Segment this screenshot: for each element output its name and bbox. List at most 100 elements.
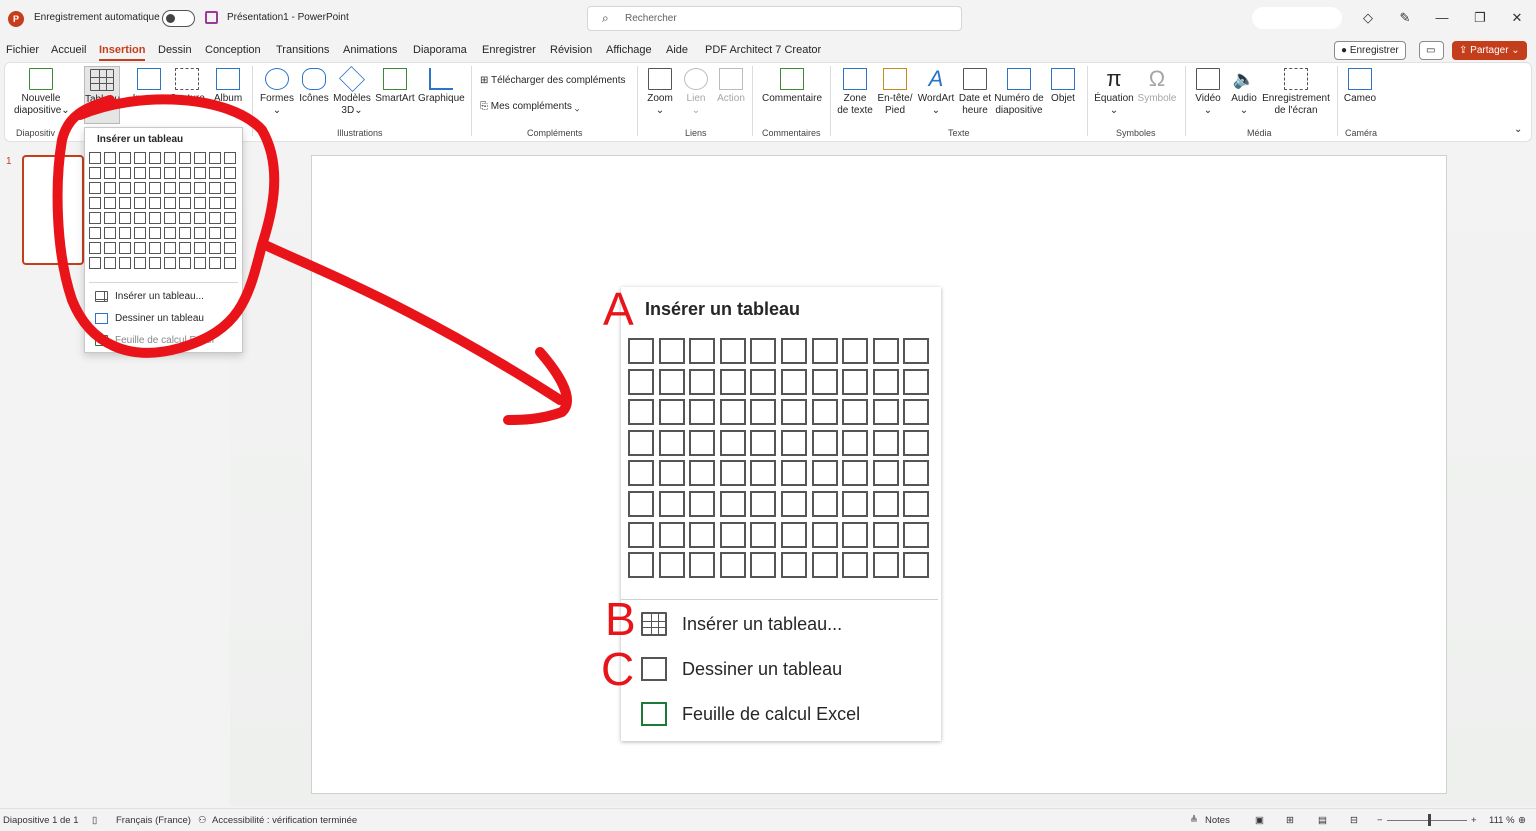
table-grid-cell[interactable] (119, 167, 131, 179)
table-grid-cell[interactable] (164, 167, 176, 179)
table-grid-cell[interactable] (89, 242, 101, 254)
table-grid-cell[interactable] (104, 182, 116, 194)
excel-sheet-item[interactable]: Feuille de calcul Excel (115, 335, 214, 346)
table-grid-cell[interactable] (104, 242, 116, 254)
link-button[interactable]: Lien ⌄ (681, 68, 711, 117)
table-grid-cell[interactable] (149, 152, 161, 164)
table-grid-cell[interactable] (164, 212, 176, 224)
tab-enregistrer[interactable]: Enregistrer (482, 44, 536, 56)
account-avatar[interactable] (1252, 7, 1342, 29)
table-grid-cell[interactable] (104, 167, 116, 179)
capture-button[interactable]: Capture (169, 68, 205, 105)
table-grid-cell[interactable] (194, 242, 206, 254)
table-grid-cell[interactable] (164, 257, 176, 269)
wordart-button[interactable]: A WordArt ⌄ (916, 68, 956, 117)
equation-button[interactable]: π Équation ⌄ (1094, 68, 1134, 117)
table-grid-cell[interactable] (119, 227, 131, 239)
pen-icon[interactable]: ✎ (1396, 10, 1414, 26)
table-grid-cell[interactable] (194, 182, 206, 194)
my-addins-button[interactable]: ⎘ Mes compléments ⌄ (480, 101, 579, 113)
draw-table-item[interactable]: Dessiner un tableau (115, 313, 204, 324)
table-grid-cell[interactable] (209, 167, 221, 179)
restore-button[interactable]: ❐ (1471, 10, 1489, 26)
table-size-grid[interactable] (89, 152, 236, 269)
collapse-ribbon-icon[interactable]: ⌄ (1514, 124, 1522, 136)
table-grid-cell[interactable] (194, 227, 206, 239)
share-button[interactable]: ⇪ Partager ⌄ (1452, 41, 1527, 60)
table-grid-cell[interactable] (119, 212, 131, 224)
table-grid-cell[interactable] (119, 152, 131, 164)
slide-number-button[interactable]: Numéro de diapositive (994, 68, 1044, 117)
table-grid-cell[interactable] (104, 257, 116, 269)
table-grid-cell[interactable] (194, 197, 206, 209)
action-button[interactable]: Action (714, 68, 748, 105)
table-grid-cell[interactable] (104, 152, 116, 164)
table-grid-cell[interactable] (89, 182, 101, 194)
table-grid-cell[interactable] (179, 182, 191, 194)
table-grid-cell[interactable] (179, 242, 191, 254)
table-grid-cell[interactable] (209, 242, 221, 254)
symbol-button[interactable]: Ω Symbole (1136, 68, 1178, 105)
table-grid-cell[interactable] (89, 197, 101, 209)
table-grid-cell[interactable] (224, 182, 236, 194)
chart-button[interactable]: Graphique (418, 68, 465, 105)
zoom-in-button[interactable]: + (1471, 815, 1477, 826)
autosave-toggle[interactable] (162, 10, 195, 27)
table-grid-cell[interactable] (194, 167, 206, 179)
table-grid-cell[interactable] (224, 212, 236, 224)
table-grid-cell[interactable] (194, 212, 206, 224)
table-grid-cell[interactable] (209, 212, 221, 224)
comments-icon[interactable]: ▭ (1419, 41, 1444, 60)
textbox-button[interactable]: Zone de texte (836, 68, 874, 117)
table-grid-cell[interactable] (194, 152, 206, 164)
table-grid-cell[interactable] (119, 242, 131, 254)
table-grid-cell[interactable] (224, 257, 236, 269)
zoom-slider[interactable] (1387, 820, 1467, 821)
close-button[interactable]: ✕ (1508, 10, 1526, 26)
table-grid-cell[interactable] (179, 197, 191, 209)
audio-button[interactable]: 🔈 Audio ⌄ (1228, 68, 1260, 117)
table-grid-cell[interactable] (179, 257, 191, 269)
language-status[interactable]: Français (France) (116, 815, 191, 826)
smartart-button[interactable]: SmartArt (374, 68, 416, 105)
table-grid-cell[interactable] (134, 167, 146, 179)
insert-table-item[interactable]: Insérer un tableau... (115, 291, 204, 302)
table-grid-cell[interactable] (134, 257, 146, 269)
tab-conception[interactable]: Conception (205, 44, 261, 56)
object-button[interactable]: Objet (1048, 68, 1078, 105)
table-grid-cell[interactable] (164, 152, 176, 164)
tab-pdf-architect[interactable]: PDF Architect 7 Creator (705, 44, 821, 56)
table-grid-cell[interactable] (149, 182, 161, 194)
table-grid-cell[interactable] (134, 152, 146, 164)
shapes-button[interactable]: Formes ⌄ (258, 68, 296, 117)
table-grid-cell[interactable] (209, 152, 221, 164)
tab-affichage[interactable]: Affichage (606, 44, 652, 56)
new-slide-button[interactable]: Nouvelle diapositive⌄ (14, 68, 70, 117)
sorter-view-icon[interactable]: ⊞ (1286, 815, 1294, 826)
table-button[interactable]: Tableau (84, 66, 120, 124)
icons-button[interactable]: Icônes (297, 68, 331, 105)
fit-slide-icon[interactable]: ⊕ (1518, 815, 1526, 826)
get-addins-button[interactable]: ⊞ Télécharger des compléments (480, 75, 626, 87)
table-grid-cell[interactable] (134, 197, 146, 209)
table-grid-cell[interactable] (89, 152, 101, 164)
date-time-button[interactable]: Date et heure (958, 68, 992, 117)
table-grid-cell[interactable] (104, 212, 116, 224)
table-grid-cell[interactable] (209, 182, 221, 194)
tab-fichier[interactable]: Fichier (6, 44, 39, 56)
table-grid-cell[interactable] (89, 227, 101, 239)
tab-dessin[interactable]: Dessin (158, 44, 192, 56)
table-grid-cell[interactable] (209, 227, 221, 239)
zoom-level[interactable]: 111 % (1489, 815, 1515, 826)
table-grid-cell[interactable] (149, 227, 161, 239)
slideshow-icon[interactable]: ⊟ (1350, 815, 1358, 826)
table-grid-cell[interactable] (224, 152, 236, 164)
table-grid-cell[interactable] (179, 152, 191, 164)
spellcheck-icon[interactable]: ▯ (92, 815, 97, 826)
table-grid-cell[interactable] (134, 227, 146, 239)
3d-models-button[interactable]: Modèles 3D⌄ (332, 65, 372, 117)
tab-accueil[interactable]: Accueil (51, 44, 86, 56)
table-grid-cell[interactable] (149, 167, 161, 179)
table-grid-cell[interactable] (224, 227, 236, 239)
table-grid-cell[interactable] (89, 167, 101, 179)
